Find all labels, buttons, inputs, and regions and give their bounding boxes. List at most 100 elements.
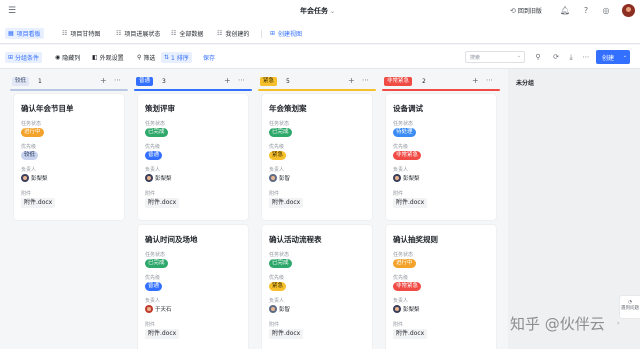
tab-label: 项目看板 <box>16 31 41 38</box>
tab-project-board[interactable]: ▦ 项目看板 <box>5 28 44 39</box>
status-field-label: 任务状态 <box>21 121 42 127</box>
history-icon: ⟲ <box>510 6 516 15</box>
status-badge: 待处理 <box>393 128 416 137</box>
add-icon[interactable]: + <box>348 76 355 85</box>
create-view-button[interactable]: ⊞ 创建视图 <box>267 28 305 39</box>
task-card[interactable]: 策划评审 任务状态 已完成 优先级 普通 负责人 彭梨梨 附件 附件.docx <box>138 94 248 220</box>
attachment-file[interactable]: 附件.docx <box>21 198 56 208</box>
help-button[interactable]: ◔ 遇到问题 <box>620 296 640 318</box>
save-button[interactable]: 保存 <box>200 52 218 63</box>
filter-label: 筛选 <box>143 55 156 62</box>
attachment-field-label: 附件 <box>145 322 156 328</box>
column-color-bar <box>382 89 500 91</box>
owner-name: 彭梨梨 <box>155 176 172 182</box>
task-card[interactable]: 年会策划案 任务状态 已完成 优先级 紧急 负责人 彭智 附件 附件.docx <box>262 94 372 220</box>
attachment-field-label: 附件 <box>21 191 32 197</box>
priority-badge: 紧急 <box>269 282 287 291</box>
hide-columns-button[interactable]: ◉ 隐藏列 <box>52 52 83 63</box>
column-header: 非常紧急 2 + ⋯ <box>382 74 500 92</box>
attachment-file[interactable]: 附件.docx <box>269 198 304 208</box>
attachment-file[interactable]: 附件.docx <box>269 329 304 339</box>
attachment-file[interactable]: 附件.docx <box>393 329 428 339</box>
compass-icon[interactable]: ◎ <box>601 6 611 16</box>
status-field-label: 任务状态 <box>145 121 166 127</box>
create-record-button[interactable]: 创建 ⌄ <box>596 50 630 64</box>
attachment-field-label: 附件 <box>145 191 156 197</box>
board-icon: ▦ <box>8 30 14 37</box>
appearance-button[interactable]: ◧ 外观设置 <box>89 52 127 63</box>
owner: 彭智 <box>269 174 290 182</box>
tab-project-gantt[interactable]: ☷ 项目甘特图 <box>59 28 103 39</box>
tab-all-data[interactable]: ☷ 全部数据 <box>168 28 206 39</box>
priority-tag: 普通 <box>136 77 154 86</box>
column-color-bar <box>134 89 252 91</box>
palette-icon: ◧ <box>92 54 98 61</box>
gantt-icon: ☷ <box>62 30 68 37</box>
priority-field-label: 优先级 <box>269 144 285 150</box>
priority-badge: 普通 <box>145 151 163 160</box>
bell-icon[interactable]: 🔔︎ <box>560 6 570 16</box>
refresh-icon[interactable]: ⟳ <box>551 52 561 62</box>
help-icon[interactable]: ? <box>581 6 591 16</box>
help-icon: ◔ <box>628 300 632 305</box>
avatar <box>269 174 277 182</box>
task-card[interactable]: 确认活动流程表 任务状态 已完成 优先级 紧急 负责人 彭智 附件 附件.doc… <box>262 225 372 349</box>
attachment-file[interactable]: 附件.docx <box>393 198 428 208</box>
chevron-right-icon[interactable]: › <box>617 320 625 330</box>
more-icon[interactable]: ⋯ <box>581 52 591 62</box>
board-column-very-urgent: 非常紧急 2 + ⋯ 设备调试 任务状态 待处理 优先级 非常紧急 负责人 彭梨… <box>382 74 500 349</box>
download-icon[interactable]: ⤓ <box>566 52 576 62</box>
more-icon[interactable]: ⋯ <box>114 76 121 84</box>
add-icon[interactable]: + <box>224 76 231 85</box>
card-title: 确认抽奖规则 <box>393 235 438 244</box>
more-icon[interactable]: ⋯ <box>486 76 493 84</box>
add-view-icon: ⊞ <box>270 30 276 37</box>
priority-field-label: 优先级 <box>21 144 37 150</box>
board-column-normal: 普通 3 + ⋯ 策划评审 任务状态 已完成 优先级 普通 负责人 彭梨梨 附件… <box>134 74 252 349</box>
task-card[interactable]: 确认抽奖规则 任务状态 进行中 优先级 非常紧急 负责人 彭梨梨 附件 附件.d… <box>386 225 496 349</box>
tab-created-by-me[interactable]: ☷ 我创建的 <box>214 28 252 39</box>
owner: 彭梨梨 <box>21 174 48 182</box>
owner-field-label: 负责人 <box>269 167 285 173</box>
priority-badge: 普通 <box>145 282 163 291</box>
appearance-label: 外观设置 <box>99 55 124 62</box>
filter-button[interactable]: ⚲ 筛选 <box>134 52 158 63</box>
chevron-down-icon: ⌄ <box>330 8 336 15</box>
table-icon: ☷ <box>116 30 122 37</box>
priority-badge: 非常紧急 <box>393 282 422 291</box>
tab-project-progress[interactable]: ☷ 项目进展状态 <box>113 28 163 39</box>
card-title: 年会策划案 <box>269 104 307 113</box>
attachment-file[interactable]: 附件.docx <box>145 198 180 208</box>
toolbar: ⊞ 分组条件 ◉ 隐藏列 ◧ 外观设置 ⚲ 筛选 ⇅ 1 排序 保存 搜索 ⌄ ⚲ ⟳ ⤓ … <box>0 45 640 69</box>
attachment-field-label: 附件 <box>269 191 280 197</box>
status-field-label: 任务状态 <box>269 252 290 258</box>
tab-label: 我创建的 <box>225 31 250 38</box>
add-icon[interactable]: + <box>472 76 479 85</box>
owner-field-label: 负责人 <box>145 167 161 173</box>
priority-field-label: 优先级 <box>393 275 409 281</box>
task-card[interactable]: 确认年会节目单 任务状态 进行中 优先级 较低 负责人 彭梨梨 附件 附件.do… <box>14 94 124 220</box>
page-title-text: 年会任务 <box>300 7 328 15</box>
priority-badge: 非常紧急 <box>393 151 422 160</box>
group-by-button[interactable]: ⊞ 分组条件 <box>5 52 43 63</box>
more-icon[interactable]: ⋯ <box>238 76 245 84</box>
avatar <box>393 305 401 313</box>
task-card[interactable]: 设备调试 任务状态 待处理 优先级 非常紧急 负责人 彭梨梨 附件 附件.doc… <box>386 94 496 220</box>
column-count: 1 <box>38 78 42 85</box>
search-icon[interactable]: ⚲ <box>533 52 543 62</box>
back-to-old-version-button[interactable]: ⟲ 回到旧版 <box>510 6 542 16</box>
owner-field-label: 负责人 <box>393 167 409 173</box>
attachment-field-label: 附件 <box>393 322 404 328</box>
sort-button[interactable]: ⇅ 1 排序 <box>161 52 192 63</box>
add-icon[interactable]: + <box>100 76 107 85</box>
more-icon[interactable]: ⋯ <box>362 76 369 84</box>
menu-icon[interactable]: ☰ <box>8 6 18 16</box>
priority-tag: 较低 <box>12 77 30 86</box>
search-input[interactable]: 搜索 ⌄ <box>465 51 525 63</box>
owner: 彭智 <box>269 305 290 313</box>
task-card[interactable]: 确认时间及场地 任务状态 已完成 优先级 普通 负责人 于天石 附件 附件.do… <box>138 225 248 349</box>
user-avatar[interactable] <box>622 4 635 17</box>
page-title[interactable]: 年会任务 ⌄ <box>300 6 335 16</box>
attachment-file[interactable]: 附件.docx <box>145 329 180 339</box>
attachment-field-label: 附件 <box>393 191 404 197</box>
